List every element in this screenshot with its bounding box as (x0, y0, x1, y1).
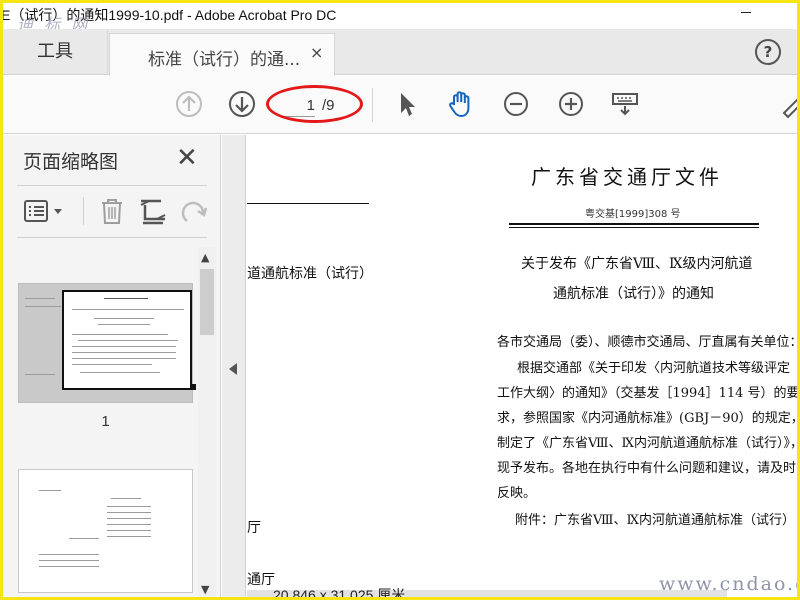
panel-splitter[interactable] (222, 135, 246, 597)
scroll-up-icon[interactable]: ▲ (201, 251, 209, 264)
page-thumbnail[interactable] (18, 469, 193, 593)
page-rule (247, 203, 369, 204)
panel-title: 页面缩略图 (23, 151, 119, 173)
thumbnail-panel: 页面缩略图 ✕ 1 ▲ ▼ (3, 135, 221, 597)
collapse-panel-icon[interactable] (229, 363, 237, 375)
page-dimensions: 20.846 x 31.025 厘米 (273, 588, 406, 598)
document-paragraph: 根据交通部《关于印发〈内河航道技术等级评定 (517, 361, 791, 376)
tab-tools[interactable]: 工具 (3, 29, 108, 75)
document-subject: 通航标准（试行）》的通知 (553, 286, 714, 302)
minimize-button[interactable] (732, 3, 760, 23)
toolbar: 1 /9 (3, 76, 797, 134)
keyboard-icon[interactable] (610, 89, 640, 119)
scrollbar-thumb[interactable] (200, 269, 214, 335)
thumbnail-scrollbar[interactable]: ▲ ▼ (198, 247, 216, 597)
document-paragraph: 制定了《广东省Ⅷ、Ⅸ内河航道通航标准（试行）》， (497, 436, 797, 451)
document-paragraph: 工作大纲〉的通知》（交基发［1994］114 号）的要 (497, 386, 797, 401)
panel-close-icon[interactable]: ✕ (176, 143, 198, 173)
arrow-up-icon[interactable] (174, 89, 204, 119)
panel-divider (17, 237, 207, 238)
arrow-down-icon[interactable] (227, 89, 257, 119)
document-subject: 关于发布《广东省Ⅷ、Ⅸ级内河航道 (521, 256, 753, 272)
header-rule (509, 227, 759, 228)
header-rule (509, 223, 759, 225)
document-header: 广东省交通厅文件 (531, 165, 723, 189)
thumbnail-options-icon[interactable] (23, 195, 67, 227)
crop-icon[interactable] (137, 195, 169, 227)
select-cursor-icon[interactable] (392, 89, 422, 119)
hand-icon[interactable] (446, 89, 476, 119)
document-paragraph: 现予发布。各地在执行中有什么问题和建议，请及时 (497, 461, 797, 476)
left-page-text: 道通航标准（试行） (247, 266, 373, 282)
zoom-out-icon[interactable] (501, 89, 531, 119)
tab-close-icon[interactable]: × (310, 43, 323, 62)
left-page-text: 通厅 (247, 572, 275, 588)
tab-bar: 工具 标准（试行）的通... × ? (3, 29, 797, 76)
tab-document-label: 标准（试行）的通... (148, 50, 301, 70)
scroll-down-icon[interactable]: ▼ (201, 583, 209, 596)
trash-icon[interactable] (96, 195, 128, 227)
app-window: E（试行）的通知1999-10.pdf - Adobe Acrobat Pro … (0, 0, 800, 600)
thumbnail-label: 1 (101, 413, 110, 430)
page-thumbnail[interactable] (18, 283, 196, 403)
document-attachment: 附件：广东省Ⅷ、Ⅸ内河航道通航标准（试行） (515, 513, 796, 528)
thumbnail-viewport[interactable] (62, 290, 192, 390)
help-button[interactable]: ? (755, 39, 781, 65)
thumbnail-list: 1 (3, 247, 198, 597)
panel-divider (17, 185, 207, 186)
panel-toolbar-divider (83, 197, 84, 225)
tab-document[interactable]: 标准（试行）的通... × (109, 33, 335, 76)
draw-icon[interactable] (778, 89, 797, 119)
document-paragraph: 反映。 (497, 486, 537, 501)
left-page-text: 厅 (247, 520, 261, 536)
rotate-icon[interactable] (178, 195, 210, 227)
thumbnail-resize-handle[interactable] (190, 384, 196, 390)
minimize-icon (741, 12, 751, 13)
document-view[interactable]: 道通航标准（试行） 厅 通厅 广东省交通厅文件 粤交基[1999]308 号 关… (247, 135, 797, 597)
zoom-in-icon[interactable] (556, 89, 586, 119)
highlight-ellipse (266, 85, 363, 123)
title-bar: E（试行）的通知1999-10.pdf - Adobe Acrobat Pro … (3, 3, 797, 34)
watermark-url: www.cndao.com (659, 573, 797, 595)
document-number: 粤交基[1999]308 号 (585, 209, 681, 220)
document-addressees: 各市交通局（委）、顺德市交通局、厅直属有关单位： (497, 335, 797, 350)
toolbar-divider (372, 88, 373, 122)
document-paragraph: 求，参照国家《内河通航标准》(GBJ－90）的规定， (497, 411, 797, 426)
